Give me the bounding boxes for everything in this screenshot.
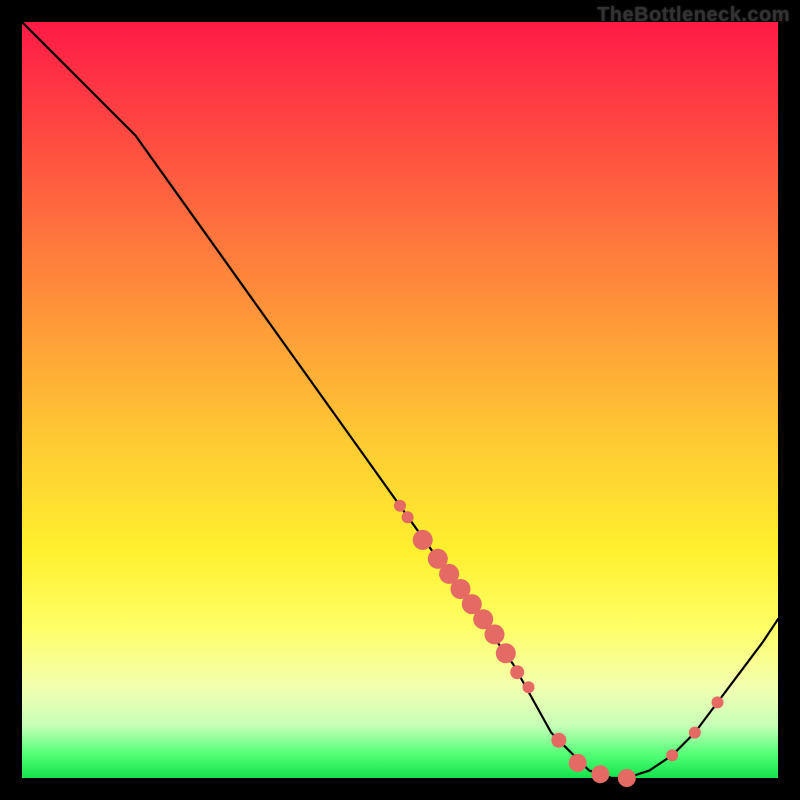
curve-marker — [666, 749, 678, 761]
curve-marker — [413, 530, 433, 550]
curve-marker — [591, 765, 609, 783]
curve-overlay — [22, 22, 778, 778]
curve-marker — [712, 696, 724, 708]
curve-marker — [510, 665, 524, 679]
curve-marker — [523, 681, 535, 693]
curve-marker — [394, 500, 406, 512]
curve-marker — [689, 727, 701, 739]
chart-frame: TheBottleneck.com — [0, 0, 800, 800]
bottleneck-curve — [22, 22, 778, 778]
curve-marker — [496, 643, 516, 663]
curve-markers — [394, 500, 724, 787]
curve-marker — [551, 733, 566, 748]
curve-marker — [485, 624, 505, 644]
attribution-watermark: TheBottleneck.com — [597, 4, 790, 27]
curve-marker — [569, 754, 587, 772]
curve-marker — [618, 769, 636, 787]
curve-marker — [402, 511, 414, 523]
